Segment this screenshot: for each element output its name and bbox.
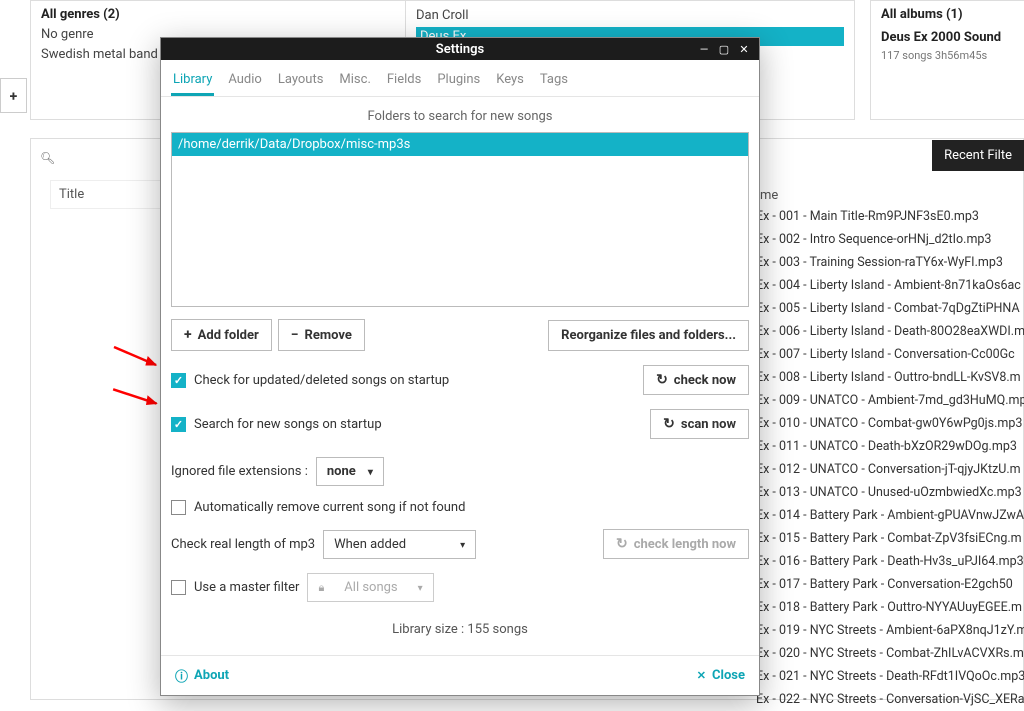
checkbox-master-filter[interactable] (171, 580, 186, 595)
album-title[interactable]: Deus Ex 2000 Sound (881, 30, 1024, 45)
refresh-icon (656, 372, 668, 388)
file-row[interactable]: Ex - 004 - Liberty Island - Ambient-8n71… (752, 274, 1024, 297)
chevron-down-icon (418, 580, 423, 595)
checkbox-label: Use a master filter (194, 580, 299, 595)
checkbox-label: Check for updated/deleted songs on start… (194, 373, 449, 388)
close-button[interactable]: Close (697, 668, 745, 683)
close-icon (697, 668, 706, 683)
info-icon: ⓘ (175, 666, 188, 685)
settings-tabs: Library Audio Layouts Misc. Fields Plugi… (161, 60, 759, 97)
check-icon (174, 374, 183, 387)
maximize-button[interactable]: ▢ (717, 42, 731, 56)
file-row[interactable]: Ex - 013 - UNATCO - Unused-uOzmbwiedXc.m… (752, 481, 1024, 504)
albums-panel: All albums (1) Deus Ex 2000 Sound 117 so… (870, 0, 1024, 120)
plus-icon (184, 327, 192, 343)
refresh-icon (663, 416, 675, 432)
section-subtitle: Folders to search for new songs (171, 105, 749, 132)
tab-keys[interactable]: Keys (494, 66, 526, 96)
master-filter-select[interactable]: All songs (307, 573, 433, 602)
minus-icon (291, 327, 299, 343)
file-row[interactable]: Ex - 015 - Battery Park - Combat-ZpV3fsi… (752, 527, 1024, 550)
file-row[interactable]: Ex - 003 - Training Session-raTY6x-WyFI.… (752, 251, 1024, 274)
about-button[interactable]: ⓘAbout (175, 666, 229, 685)
minimize-button[interactable]: — (697, 42, 711, 56)
file-row[interactable]: Ex - 016 - Battery Park - Death-Hv3s_uPJ… (752, 550, 1024, 573)
checkbox-startup-check[interactable] (171, 373, 186, 388)
reorganize-button[interactable]: Reorganize files and folders... (548, 320, 749, 351)
column-title[interactable]: Title (50, 180, 170, 209)
file-row[interactable]: Ex - 006 - Liberty Island - Death-80O28e… (752, 320, 1024, 343)
artist-item[interactable]: Dan Croll (416, 7, 844, 25)
file-row[interactable]: Ex - 008 - Liberty Island - Outtro-bndLL… (752, 366, 1024, 389)
tab-misc[interactable]: Misc. (337, 66, 372, 96)
scan-now-button[interactable]: scan now (650, 409, 749, 439)
plus-icon (10, 85, 18, 106)
tab-fields[interactable]: Fields (385, 66, 423, 96)
checkbox-label: Search for new songs on startup (194, 417, 382, 432)
add-folder-button[interactable]: Add folder (171, 319, 272, 351)
tab-library[interactable]: Library (171, 66, 214, 96)
file-row[interactable]: Ex - 009 - UNATCO - Ambient-7md_gd3HuMQ.… (752, 389, 1024, 412)
close-window-button[interactable]: ✕ (737, 42, 751, 56)
file-row[interactable]: Ex - 002 - Intro Sequence-orHNj_d2tIo.mp… (752, 228, 1024, 251)
checkbox-scan-startup[interactable] (171, 417, 186, 432)
tab-audio[interactable]: Audio (226, 66, 263, 96)
album-meta: 117 songs 3h56m45s (881, 49, 1024, 62)
file-row[interactable]: Ex - 012 - UNATCO - Conversation-jT-qjyJ… (752, 458, 1024, 481)
library-size: Library size : 155 songs (171, 618, 749, 645)
file-row[interactable]: Ex - 014 - Battery Park - Ambient-gPUAVn… (752, 504, 1024, 527)
tab-layouts[interactable]: Layouts (276, 66, 326, 96)
check-icon (174, 418, 183, 431)
albums-header: All albums (1) (881, 7, 1024, 22)
chevron-down-icon (460, 537, 465, 552)
refresh-icon (616, 536, 628, 552)
ignored-ext-select[interactable]: none (316, 457, 384, 486)
check-length-select[interactable]: When added (323, 530, 476, 559)
file-row[interactable]: Ex - 017 - Battery Park - Conversation-E… (752, 573, 1024, 596)
search-icon[interactable] (40, 150, 55, 166)
file-list: Ex - 001 - Main Title-Rm9PJNF3sE0.mp3 Ex… (752, 205, 1024, 711)
tab-plugins[interactable]: Plugins (435, 66, 482, 96)
dialog-footer: ⓘAbout Close (161, 655, 759, 695)
file-row[interactable]: Ex - 021 - NYC Streets - Death-RFdt1IVQo… (752, 665, 1024, 688)
file-row[interactable]: Ex - 020 - NYC Streets - Combat-ZhILvACV… (752, 642, 1024, 665)
file-row[interactable]: Ex - 019 - NYC Streets - Ambient-6aPX8nq… (752, 619, 1024, 642)
file-row[interactable]: Ex - 018 - Battery Park - Outtro-NYYAUuy… (752, 596, 1024, 619)
tab-tags[interactable]: Tags (538, 66, 570, 96)
annotation-arrow-icon (112, 345, 167, 371)
file-row[interactable]: Ex - 011 - UNATCO - Death-bXzOR29wDOg.mp… (752, 435, 1024, 458)
check-length-now-button[interactable]: check length now (603, 529, 749, 559)
checkbox-label: Automatically remove current song if not… (194, 500, 465, 515)
recent-filter-button[interactable]: Recent Filte (932, 140, 1024, 171)
checkbox-auto-remove[interactable] (171, 500, 186, 515)
titlebar[interactable]: Settings — ▢ ✕ (161, 38, 759, 60)
window-title: Settings (436, 42, 484, 57)
check-length-label: Check real length of mp3 (171, 537, 315, 552)
ignored-ext-label: Ignored file extensions : (171, 464, 308, 479)
file-row[interactable]: Ex - 001 - Main Title-Rm9PJNF3sE0.mp3 (752, 205, 1024, 228)
settings-dialog: Settings — ▢ ✕ Library Audio Layouts Mis… (160, 37, 760, 696)
lock-icon (318, 580, 324, 595)
file-row[interactable]: Ex - 007 - Liberty Island - Conversation… (752, 343, 1024, 366)
chevron-down-icon (368, 464, 373, 479)
genres-header: All genres (2) (41, 7, 399, 22)
remove-folder-button[interactable]: Remove (278, 319, 365, 351)
file-row[interactable]: Ex - 005 - Liberty Island - Combat-7qDgZ… (752, 297, 1024, 320)
add-panel-button[interactable] (0, 78, 27, 113)
folder-list[interactable]: /home/derrik/Data/Dropbox/misc-mp3s (171, 132, 749, 307)
check-now-button[interactable]: check now (643, 365, 749, 395)
file-row[interactable]: Ex - 010 - UNATCO - Combat-gw0Y6wPg0js.m… (752, 412, 1024, 435)
folder-row-selected[interactable]: /home/derrik/Data/Dropbox/misc-mp3s (172, 133, 748, 156)
